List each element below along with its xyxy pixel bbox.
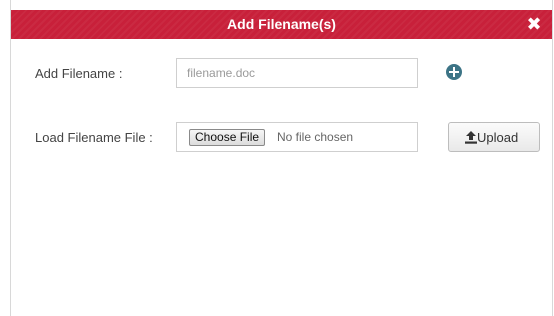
load-filename-file-label: Load Filename File : xyxy=(35,130,153,145)
dialog-title: Add Filename(s) xyxy=(227,16,336,32)
filename-input[interactable] xyxy=(176,58,418,88)
upload-label: Upload xyxy=(477,130,519,145)
choose-file-button[interactable]: Choose File xyxy=(189,129,266,146)
close-icon[interactable]: ✖ xyxy=(526,15,542,33)
plus-circle-icon[interactable] xyxy=(446,64,462,80)
dialog-titlebar: Add Filename(s) ✖ xyxy=(11,10,552,39)
file-picker: Choose File No file chosen xyxy=(176,122,418,152)
add-filenames-dialog: Add Filename(s) ✖ Add Filename : Load Fi… xyxy=(10,0,553,316)
upload-icon xyxy=(465,131,477,144)
add-filename-label: Add Filename : xyxy=(35,66,123,81)
file-status-text: No file chosen xyxy=(277,130,354,144)
upload-button[interactable]: Upload xyxy=(448,122,540,152)
